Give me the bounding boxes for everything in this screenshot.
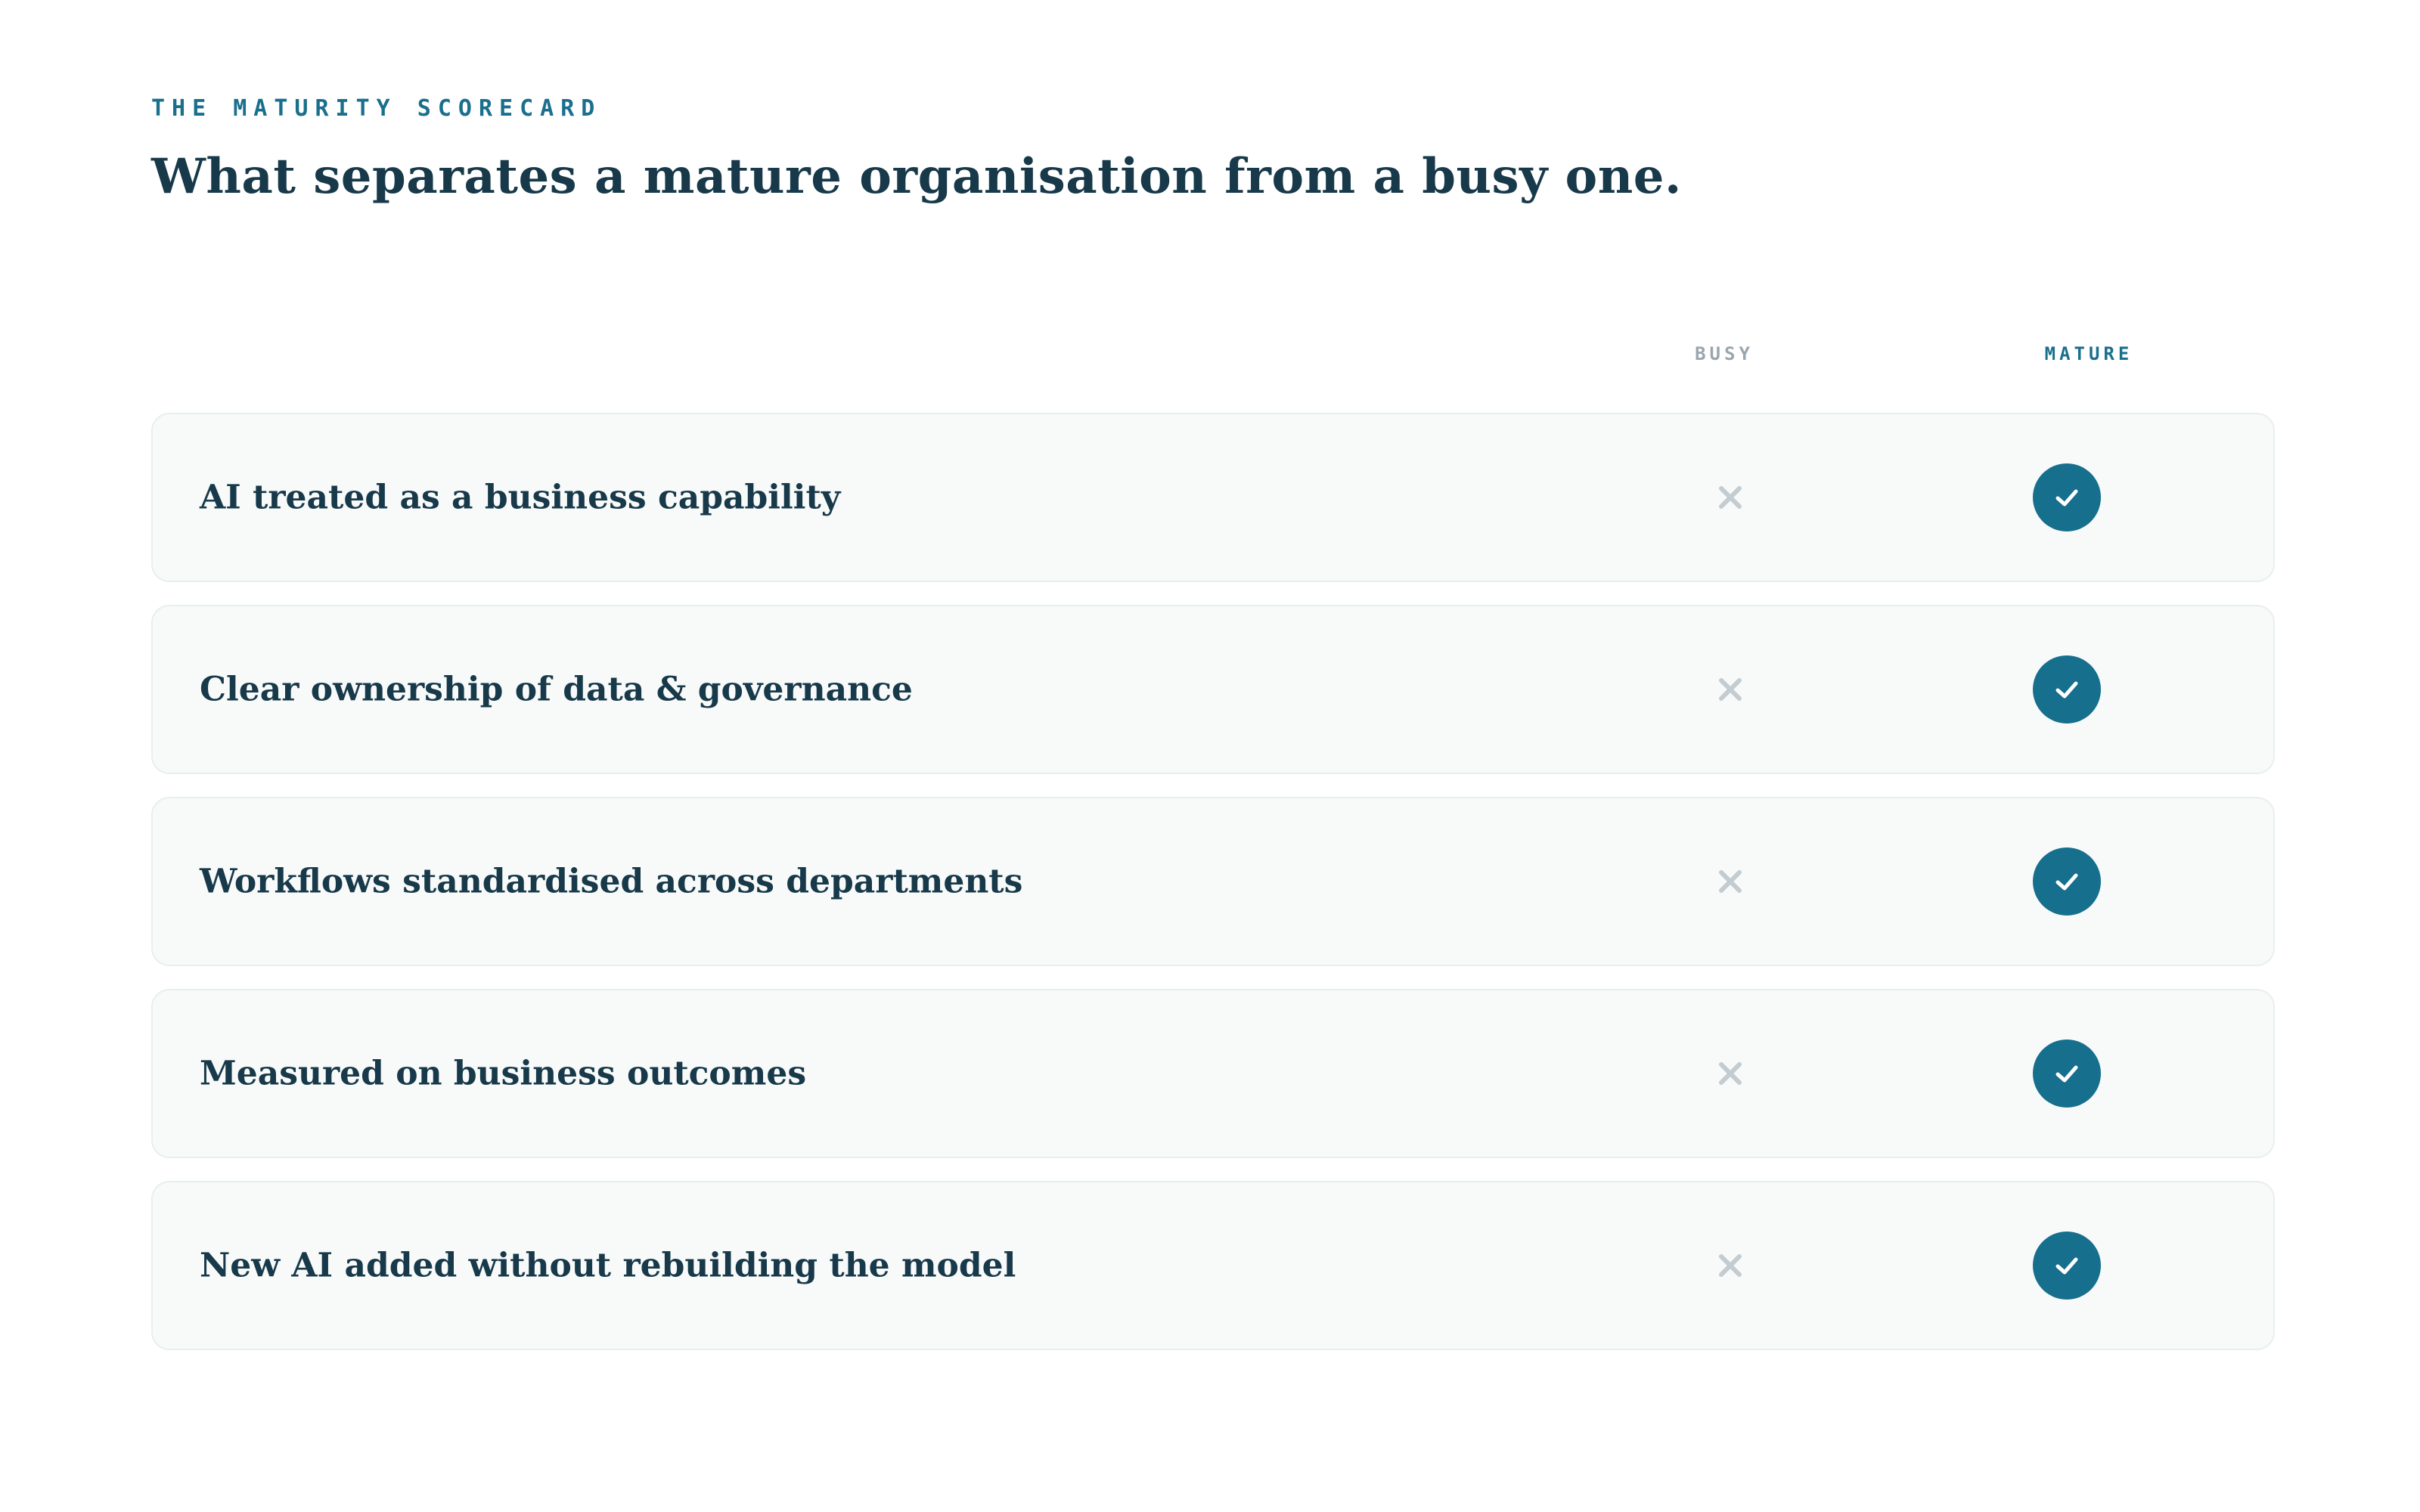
scorecard-row: New AI added without rebuilding the mode… [151,1181,2275,1350]
row-label: New AI added without rebuilding the mode… [200,1246,1016,1285]
row-label: AI treated as a business capability [200,478,841,517]
section-eyebrow: THE MATURITY SCORECARD [151,95,602,122]
x-icon [1719,1254,1742,1277]
scorecard-row: AI treated as a business capability [151,413,2275,582]
scorecard-row: Workflows standardised across department… [151,797,2275,966]
x-icon [1719,1062,1742,1085]
check-icon [2033,463,2101,531]
scorecard-list: AI treated as a business capability Clea… [151,413,2275,1373]
scorecard-section: THE MATURITY SCORECARD What separates a … [0,0,2420,1512]
column-header-mature: MATURE [2044,343,2133,364]
x-icon [1719,486,1742,509]
row-label: Clear ownership of data & governance [200,670,913,709]
scorecard-row: Measured on business outcomes [151,989,2275,1158]
scorecard-row: Clear ownership of data & governance [151,605,2275,774]
check-icon [2033,655,2101,723]
x-icon [1719,678,1742,701]
page-title: What separates a mature organisation fro… [151,148,1682,205]
check-icon [2033,1040,2101,1108]
check-icon [2033,847,2101,916]
check-icon [2033,1232,2101,1300]
column-header-busy: BUSY [1695,343,1754,364]
row-label: Workflows standardised across department… [200,862,1023,901]
row-label: Measured on business outcomes [200,1054,807,1093]
x-icon [1719,870,1742,893]
